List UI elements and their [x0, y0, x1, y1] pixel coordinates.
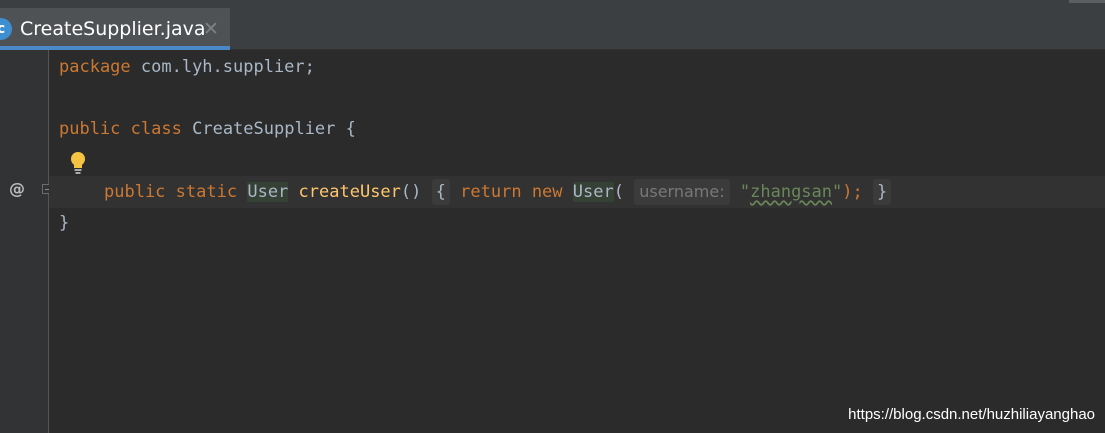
keyword: static: [175, 182, 238, 202]
keyword: public: [104, 182, 166, 202]
keyword: return: [460, 182, 522, 202]
code-line-6: }: [59, 208, 69, 238]
string-literal: zhangsan: [750, 182, 833, 202]
editor-tab-bar: c CreateSupplier.java ✕: [0, 0, 1105, 50]
keyword: class: [130, 119, 182, 139]
lightbulb-icon[interactable]: [69, 151, 87, 175]
java-class-icon: c: [0, 18, 12, 40]
class-name: CreateSupplier: [192, 119, 336, 139]
editor-gutter: @: [0, 50, 52, 433]
tab-label: CreateSupplier.java: [20, 18, 206, 40]
code-line-3: public class CreateSupplier {: [59, 114, 356, 144]
keyword: new: [531, 182, 563, 202]
keyword: public: [59, 119, 121, 139]
keyword: package: [59, 57, 131, 77]
string-quote: ": [832, 182, 843, 202]
open-brace: {: [345, 119, 356, 139]
type-name: User: [572, 182, 614, 202]
string-quote: ": [739, 182, 751, 202]
open-paren: (: [613, 182, 624, 202]
implements-marker-icon[interactable]: @: [9, 179, 25, 198]
code-editor[interactable]: package com.lyh.supplier; public class C…: [49, 50, 1105, 433]
code-line-1: package com.lyh.supplier;: [59, 52, 315, 82]
tab-create-supplier[interactable]: c CreateSupplier.java ✕: [0, 8, 230, 50]
type-name: User: [247, 182, 289, 202]
method-name: createUser: [298, 182, 401, 202]
tab-bar-top-strip: [0, 0, 1105, 8]
fold-open-brace[interactable]: {: [431, 179, 450, 205]
statement-end: );: [842, 182, 863, 202]
code-line-5: public static User createUser() { return…: [104, 177, 892, 207]
package-path: com.lyh.supplier;: [130, 57, 315, 77]
watermark-text: https://blog.csdn.net/huzhiliayanghao: [848, 406, 1095, 423]
parameter-hint: username:: [634, 179, 730, 205]
close-brace: }: [59, 213, 70, 233]
window-corner-strip: [1069, 0, 1105, 3]
close-icon[interactable]: ✕: [203, 18, 219, 40]
parens: (): [400, 182, 422, 202]
fold-close-brace[interactable]: }: [873, 179, 892, 205]
